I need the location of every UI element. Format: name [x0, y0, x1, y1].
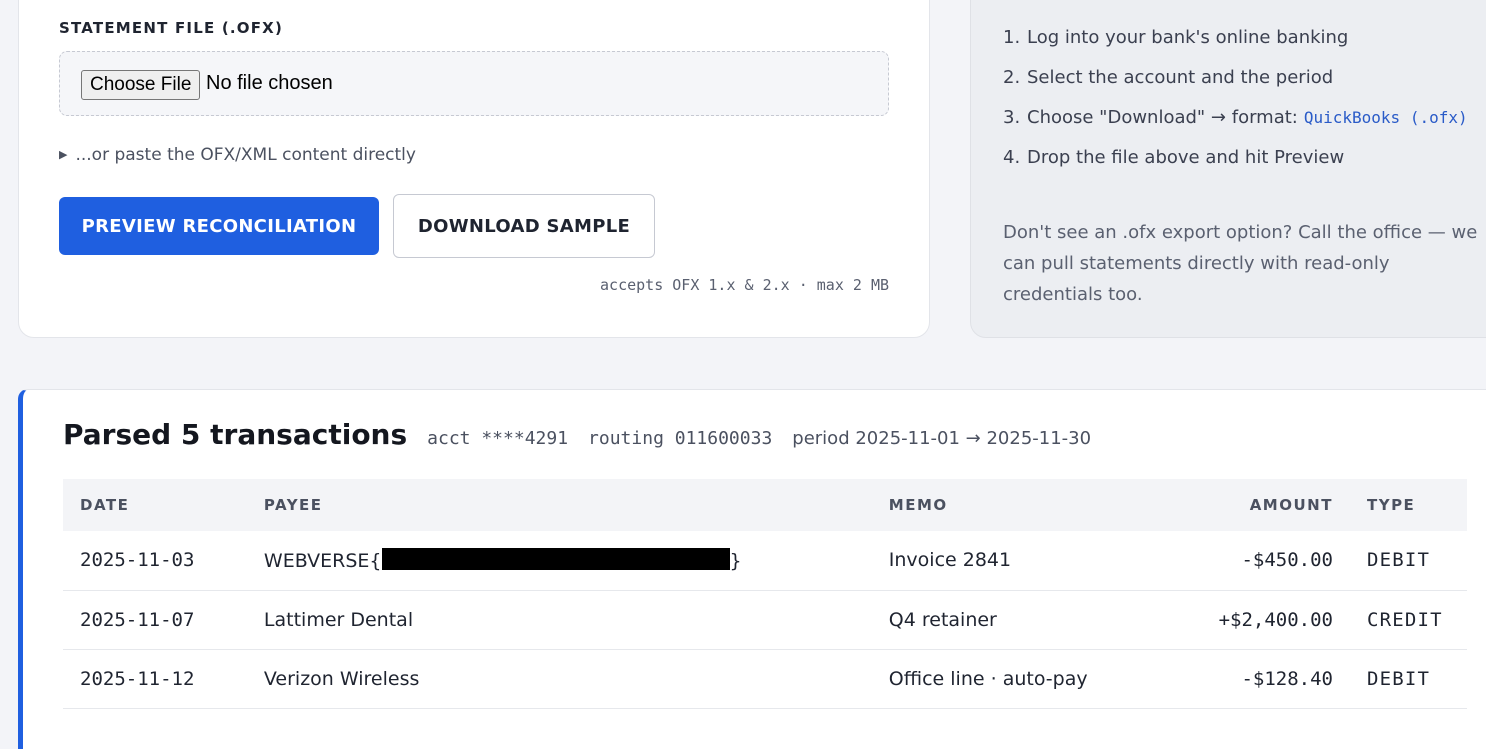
table-header-row: DATE PAYEE MEMO AMOUNT TYPE — [63, 479, 1467, 531]
column-header-amount: AMOUNT — [1201, 479, 1350, 531]
preview-reconciliation-button[interactable]: PREVIEW RECONCILIATION — [59, 197, 379, 255]
statement-file-label: STATEMENT FILE (.OFX) — [59, 19, 284, 37]
cell-memo: Q4 retainer — [871, 590, 1202, 650]
download-sample-button[interactable]: DOWNLOAD SAMPLE — [393, 194, 655, 258]
transactions-table: DATE PAYEE MEMO AMOUNT TYPE 2025-11-03 W… — [63, 479, 1467, 709]
instruction-step: 2. Select the account and the period — [1003, 67, 1334, 88]
results-header: Parsed 5 transactions acct ****4291 rout… — [63, 418, 1111, 451]
cell-date: 2025-11-03 — [63, 531, 247, 591]
cell-type: DEBIT — [1349, 531, 1467, 591]
format-code: QuickBooks (.ofx) — [1303, 108, 1468, 127]
cell-amount: -$450.00 — [1201, 531, 1350, 591]
account-number: acct ****4291 — [427, 428, 569, 449]
cell-memo: Office line · auto-pay — [871, 649, 1202, 709]
table-row: 2025-11-07 Lattimer Dental Q4 retainer +… — [63, 590, 1467, 650]
accepted-formats-note: accepts OFX 1.x & 2.x · max 2 MB — [600, 276, 889, 294]
instruction-step: 1. Log into your bank's online banking — [1003, 27, 1349, 48]
instruction-step: 3. Choose "Download" → format: QuickBooks… — [1003, 107, 1468, 128]
redaction-bar — [381, 548, 730, 571]
column-header-payee: PAYEE — [246, 479, 872, 531]
choose-file-button[interactable]: Choose File — [81, 70, 201, 100]
column-header-type: TYPE — [1349, 479, 1467, 531]
column-header-memo: MEMO — [871, 479, 1202, 531]
statement-period: period 2025-11-01 → 2025-11-30 — [792, 428, 1092, 449]
cell-payee: Lattimer Dental — [246, 590, 872, 650]
results-title: Parsed 5 transactions — [63, 418, 408, 451]
file-dropzone[interactable]: Choose File No file chosen — [59, 51, 889, 116]
instruction-step: 4. Drop the file above and hit Preview — [1003, 147, 1345, 168]
upload-card: STATEMENT FILE (.OFX) Choose File No fil… — [18, 0, 930, 338]
results-card: Parsed 5 transactions acct ****4291 rout… — [18, 389, 1486, 749]
table-row: 2025-11-12 Verizon Wireless Office line … — [63, 649, 1467, 709]
cell-payee: WEBVERSE{} — [246, 531, 872, 591]
instructions-list: 1. Log into your bank's online banking 2… — [1003, 23, 1473, 183]
disclosure-triangle-icon: ▶ — [59, 148, 68, 161]
cell-type: DEBIT — [1349, 649, 1467, 709]
cell-date: 2025-11-12 — [63, 649, 247, 709]
cell-amount: +$2,400.00 — [1201, 590, 1350, 650]
instructions-card: 1. Log into your bank's online banking 2… — [970, 0, 1486, 338]
no-file-text: No file chosen — [206, 72, 333, 94]
cell-payee: Verizon Wireless — [246, 649, 872, 709]
paste-content-toggle[interactable]: ▶ ...or paste the OFX/XML content directl… — [59, 145, 416, 165]
cell-amount: -$128.40 — [1201, 649, 1350, 709]
cell-memo: Invoice 2841 — [871, 531, 1202, 591]
table-row: 2025-11-03 WEBVERSE{} Invoice 2841 -$450… — [63, 531, 1467, 591]
cell-date: 2025-11-07 — [63, 590, 247, 650]
cell-type: CREDIT — [1349, 590, 1467, 650]
paste-toggle-label: ...or paste the OFX/XML content directly — [75, 145, 416, 165]
help-note: Don't see an .ofx export option? Call th… — [1003, 222, 1478, 305]
routing-number: routing 011600033 — [588, 428, 773, 449]
column-header-date: DATE — [63, 479, 247, 531]
